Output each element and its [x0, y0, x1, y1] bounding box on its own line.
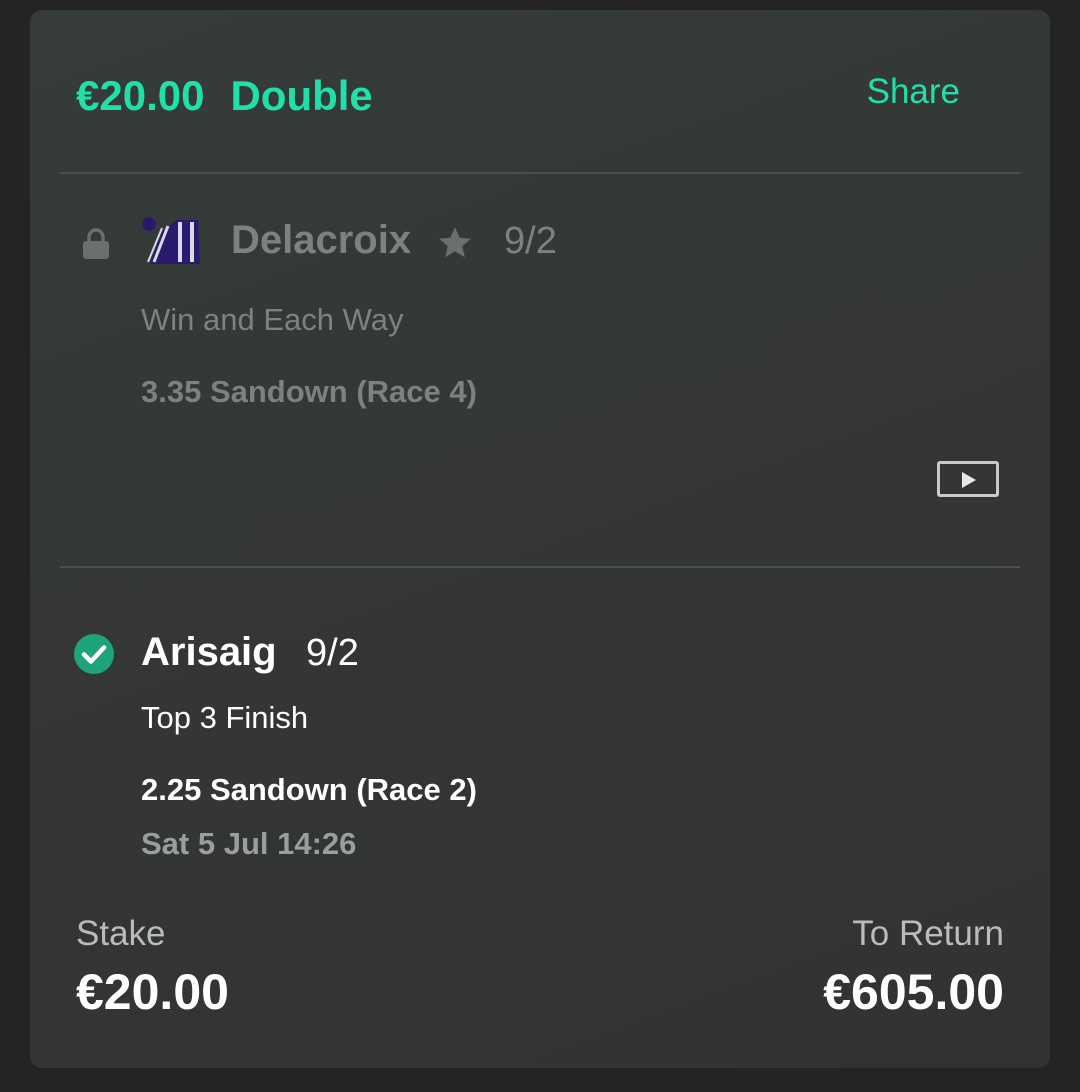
- return-value: €605.00: [823, 964, 1004, 1020]
- bet-title: €20.00 Double: [76, 72, 373, 120]
- watch-video-button[interactable]: [937, 461, 999, 497]
- selection-odds: 9/2: [504, 220, 557, 262]
- bet-stake-amount: €20.00: [76, 72, 205, 119]
- event-name: 3.35 Sandown (Race 4): [141, 374, 477, 409]
- divider: [60, 566, 1020, 568]
- selection-odds: 9/2: [306, 632, 359, 674]
- bet-header: €20.00 Double Share: [30, 10, 1050, 173]
- selection-name: Delacroix: [231, 218, 412, 262]
- jockey-silks-icon: [142, 217, 200, 264]
- market-name: Top 3 Finish: [141, 700, 309, 735]
- event-datetime: Sat 5 Jul 14:26: [141, 826, 357, 861]
- star-icon: [439, 227, 471, 258]
- event-name: 2.25 Sandown (Race 2): [141, 772, 477, 807]
- check-circle-icon: [74, 634, 114, 674]
- share-button[interactable]: Share: [867, 72, 960, 112]
- divider: [60, 172, 1020, 174]
- play-icon: [962, 472, 976, 488]
- bet-type: Double: [230, 72, 373, 119]
- lock-icon: [83, 228, 109, 259]
- market-name: Win and Each Way: [141, 302, 404, 337]
- stake-value: €20.00: [76, 964, 229, 1020]
- bet-card: €20.00 Double Share Delacroix 9/2 Win and…: [30, 10, 1050, 1068]
- return-label: To Return: [852, 914, 1004, 953]
- stake-label: Stake: [76, 914, 166, 953]
- selection-name: Arisaig: [141, 630, 277, 674]
